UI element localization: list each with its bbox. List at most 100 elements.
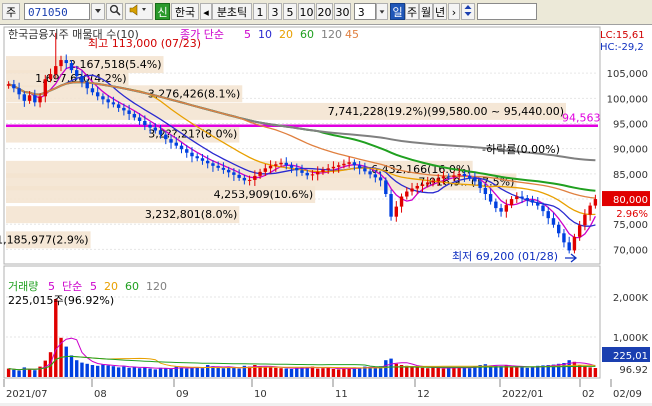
volume-summary: 225,015주(96.92%) [8,294,114,307]
volume-bar [321,368,325,377]
volume-bar [289,369,294,377]
volume-bar [394,363,399,377]
volume-ma-5: 5 [48,280,55,293]
candle-body [153,127,158,131]
volume-bar [357,367,362,377]
volume-bar [562,363,566,377]
candle-body [557,224,561,234]
volume-bar [258,366,262,377]
period-prev-button[interactable]: ◂ [200,3,212,20]
x-tick-label: 10 [254,389,267,400]
speaker-button[interactable] [125,3,153,20]
volume-bar [467,368,472,377]
volume-bar [268,367,273,377]
extra-input[interactable] [477,3,537,20]
magnifier-icon [109,4,121,16]
candle-body [12,84,16,89]
candle-body [211,163,215,166]
candle-body [368,171,372,175]
search-button[interactable] [106,3,123,20]
candle-body [347,162,351,164]
candle-body [373,174,378,178]
period-option-3[interactable]: 3 [268,3,282,20]
volume-bar [515,367,519,377]
candle-body [95,92,100,97]
candle-body [336,165,341,167]
ma-period-10: 10 [258,28,272,41]
candle-body [410,188,414,192]
volume-bar [43,360,47,377]
candle-body [378,177,383,181]
candle-body [263,168,268,172]
timeframe-month[interactable]: 월 [419,3,433,20]
code-dropdown-button[interactable] [91,3,105,20]
volume-bar [33,370,37,377]
candle-body [205,160,210,164]
volume-bar [457,367,461,377]
timeframe-year[interactable]: 년 [433,3,447,20]
x-tick-label: 2022/01 [502,389,544,400]
candle-body [562,233,566,243]
candle-body [43,79,47,97]
candle-body [33,95,37,103]
count-input[interactable]: 3 [354,3,376,20]
price-chart: 1,185,977(2.9%)3,232,801(8.0%)4,253,909(… [0,26,650,400]
candle-body [467,175,472,178]
volume-bar [232,367,236,377]
volume-bar [279,368,283,377]
volume-bar [436,367,440,377]
candle-body [504,205,509,212]
volume-bar [148,368,152,377]
candle-body [452,175,456,177]
volume-bar [54,299,58,377]
period-tick-button[interactable]: 분초틱 [212,3,252,20]
candle-body [536,202,540,206]
volume-current-label: 225,01 [613,351,648,362]
volume-bar [127,367,131,377]
nav-next-button[interactable]: › [448,3,460,20]
candle-body [546,211,550,219]
up-down-arrow-icon [464,5,472,16]
market-select[interactable]: 주 [2,3,20,20]
period-option-10[interactable]: 10 [298,3,315,20]
candle-body [64,60,68,64]
candle-body [284,162,288,166]
volume-bar [336,369,341,377]
y-tick-label: 105,000 [607,69,648,80]
candle-body [38,96,42,103]
candle-body [127,110,131,114]
candle-body [279,162,283,165]
period-option-5[interactable]: 5 [283,3,297,20]
period-option-1[interactable]: 1 [253,3,267,20]
updown-button[interactable] [461,3,475,20]
candle-body [342,163,346,166]
volume-bar [446,368,451,377]
candle-body [85,82,89,89]
volume-bar [509,366,514,377]
volume-bar [216,367,220,377]
candle-body [515,196,519,200]
volume-bar [116,367,121,377]
volume-bar [326,367,330,377]
volume-title: 거래량 [8,280,38,293]
count-dropdown-button[interactable] [376,3,388,20]
volume-profile-label: 2,167,518(5.4%) [69,58,162,71]
speaker-icon [129,4,146,16]
volume-bar [384,360,388,377]
timeframe-week[interactable]: 주 [405,3,419,20]
candle-body [572,236,577,251]
stock-code-input[interactable]: 071050 [24,3,90,20]
volume-bar [426,368,430,377]
candle-body [48,74,53,80]
period-option-30[interactable]: 30 [334,3,351,20]
candle-body [583,214,587,226]
volume-bar [520,367,524,377]
timeframe-day[interactable]: 일 [390,3,405,20]
current-price-label: 80,000 [613,195,648,206]
drop-rate-annotation: -하락률(0.00%) [482,142,560,156]
volume-bar [27,369,32,377]
period-option-20[interactable]: 20 [316,3,333,20]
candle-body [483,187,488,195]
volume-bar [247,366,252,377]
volume-bar [95,365,100,377]
